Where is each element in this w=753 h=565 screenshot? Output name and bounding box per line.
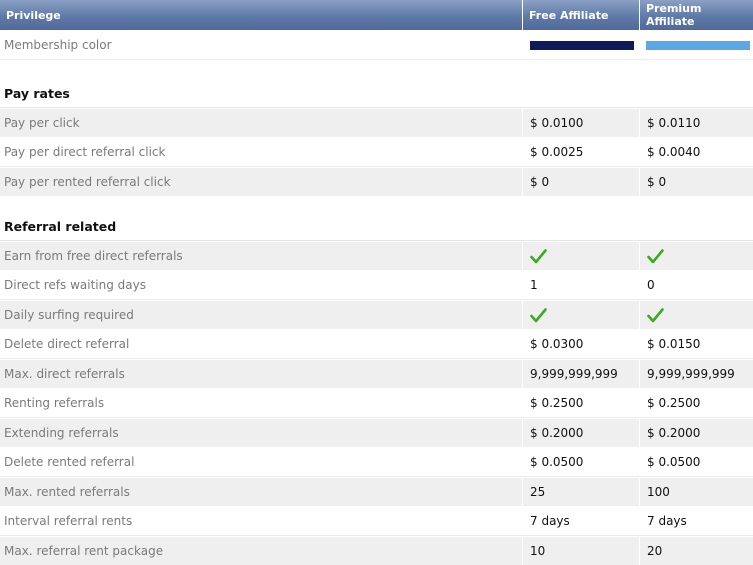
section-title-referral-related: Referral related xyxy=(0,197,753,241)
free-value: $ 0.0500 xyxy=(523,448,639,476)
free-value: $ 0.2000 xyxy=(523,419,639,447)
table-row: Delete direct referral $ 0.0300 $ 0.0150 xyxy=(0,330,753,359)
premium-value: 7 days xyxy=(640,507,753,535)
check-icon xyxy=(647,248,664,263)
row-label: Interval referral rents xyxy=(0,507,522,535)
row-label: Delete direct referral xyxy=(0,330,522,358)
row-label: Membership color xyxy=(0,31,522,59)
row-label: Delete rented referral xyxy=(0,448,522,476)
table-row: Max. rented referrals 25 100 xyxy=(0,478,753,506)
table-row: Max. direct referrals 9,999,999,999 9,999,… xyxy=(0,360,753,388)
free-value: 1 xyxy=(523,271,639,299)
free-value: $ 0.2500 xyxy=(523,389,639,417)
premium-value: $ 0.0500 xyxy=(640,448,753,476)
free-value: 9,999,999,999 xyxy=(523,360,639,388)
header-premium-affiliate: Premium Affiliate xyxy=(640,0,753,30)
membership-comparison-table: Privilege Free Affiliate Premium Affilia… xyxy=(0,0,753,565)
premium-value: 100 xyxy=(640,478,753,506)
row-label: Max. rented referrals xyxy=(0,478,522,506)
premium-value: $ 0.2500 xyxy=(640,389,753,417)
free-check xyxy=(523,301,639,329)
premium-value: $ 0.0150 xyxy=(640,330,753,358)
membership-color-row: Membership color xyxy=(0,31,753,60)
premium-value: $ 0.0040 xyxy=(640,138,753,166)
row-label: Direct refs waiting days xyxy=(0,271,522,299)
row-label: Earn from free direct referrals xyxy=(0,242,522,270)
table-row: Direct refs waiting days 1 0 xyxy=(0,271,753,300)
free-value: $ 0.0025 xyxy=(523,138,639,166)
table-row: Delete rented referral $ 0.0500 $ 0.0500 xyxy=(0,448,753,477)
table-row: Earn from free direct referrals xyxy=(0,242,753,270)
check-icon xyxy=(530,248,547,263)
free-value: $ 0.0300 xyxy=(523,330,639,358)
free-value: $ 0.0100 xyxy=(523,109,639,137)
table-row: Pay per direct referral click $ 0.0025 $ 0… xyxy=(0,138,753,167)
free-value: 7 days xyxy=(523,507,639,535)
pay-rates-rows: Pay per click $ 0.0100 $ 0.0110 Pay per dir… xyxy=(0,109,753,196)
free-check xyxy=(523,242,639,270)
table-row: Pay per rented referral click $ 0 $ 0 xyxy=(0,168,753,196)
header-free-affiliate: Free Affiliate xyxy=(523,0,639,30)
row-label: Pay per direct referral click xyxy=(0,138,522,166)
premium-color-swatch xyxy=(646,40,750,50)
free-color-swatch xyxy=(530,40,634,50)
row-label: Extending referrals xyxy=(0,419,522,447)
referral-rows: Earn from free direct referrals Direct re… xyxy=(0,242,753,565)
free-value: 25 xyxy=(523,478,639,506)
section-title-pay-rates: Pay rates xyxy=(0,64,753,108)
table-row: Interval referral rents 7 days 7 days xyxy=(0,507,753,536)
premium-check xyxy=(640,242,753,270)
premium-value: $ 0 xyxy=(640,168,753,196)
premium-check xyxy=(640,301,753,329)
free-value: $ 0 xyxy=(523,168,639,196)
table-row: Extending referrals $ 0.2000 $ 0.2000 xyxy=(0,419,753,447)
row-label: Max. direct referrals xyxy=(0,360,522,388)
check-icon xyxy=(530,307,547,322)
table-row: Daily surfing required xyxy=(0,301,753,329)
premium-value: $ 0.0110 xyxy=(640,109,753,137)
premium-value: 0 xyxy=(640,271,753,299)
table-row: Pay per click $ 0.0100 $ 0.0110 xyxy=(0,109,753,137)
premium-value: 9,999,999,999 xyxy=(640,360,753,388)
table-row: Renting referrals $ 0.2500 $ 0.2500 xyxy=(0,389,753,418)
check-icon xyxy=(647,307,664,322)
row-label: Renting referrals xyxy=(0,389,522,417)
row-label: Daily surfing required xyxy=(0,301,522,329)
header-privilege: Privilege xyxy=(0,0,522,30)
table-header: Privilege Free Affiliate Premium Affilia… xyxy=(0,0,753,30)
row-label: Pay per rented referral click xyxy=(0,168,522,196)
premium-value: $ 0.2000 xyxy=(640,419,753,447)
row-label: Pay per click xyxy=(0,109,522,137)
